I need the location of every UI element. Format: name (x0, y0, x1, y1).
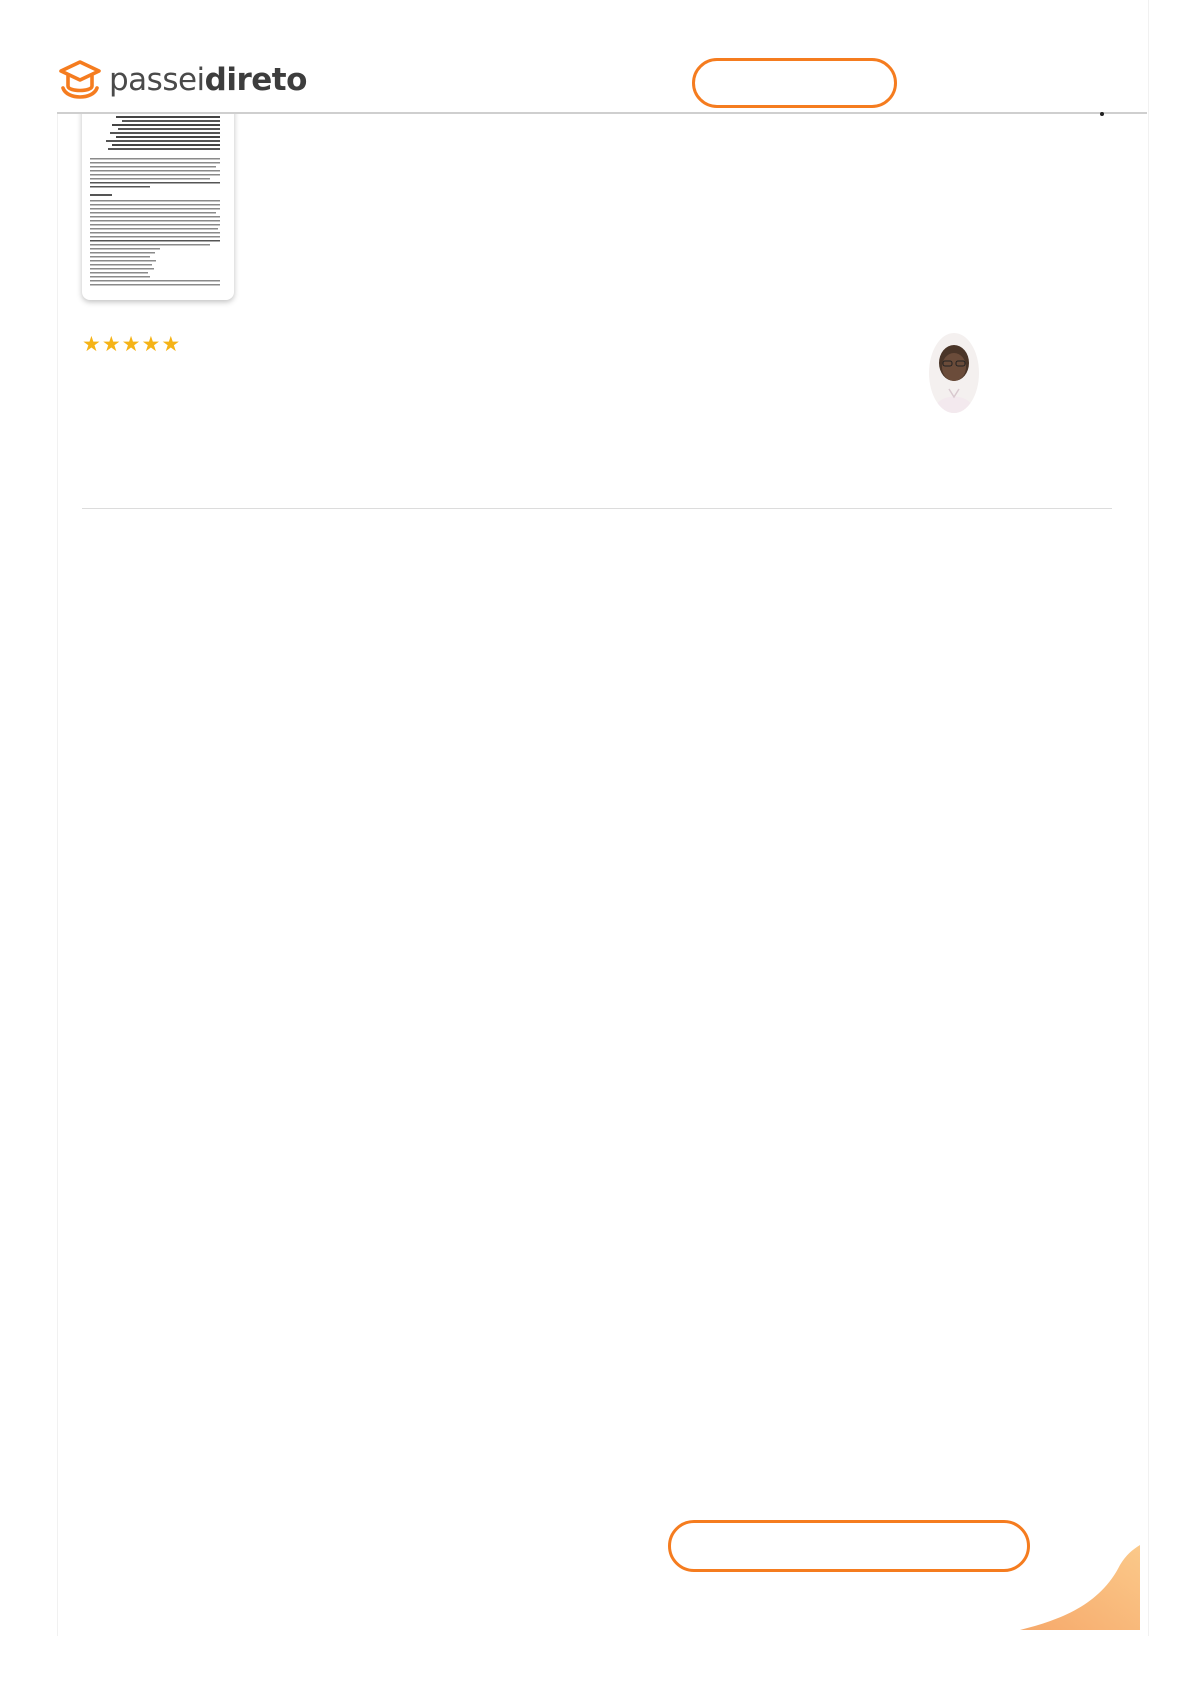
brand-name-light: passei (109, 62, 205, 98)
brand-wordmark: passeidireto (109, 62, 307, 98)
star-icon: ★ (101, 333, 121, 356)
brand-name-bold: direto (204, 62, 308, 98)
graduation-cap-icon (59, 60, 101, 99)
section-divider (82, 508, 1112, 509)
author-avatar[interactable] (929, 333, 979, 413)
star-icon: ★ (161, 333, 181, 356)
star-icon: ★ (141, 333, 161, 356)
header-cta-button[interactable] (692, 58, 897, 108)
decorative-corner-shape (1020, 1545, 1140, 1630)
user-avatar-icon (929, 333, 979, 413)
star-icon: ★ (82, 333, 101, 356)
star-rating: ★ ★ ★ ★ ★ (82, 334, 180, 355)
star-icon: ★ (121, 333, 141, 356)
footer-cta-button[interactable] (668, 1520, 1030, 1572)
header-dot (1100, 112, 1104, 116)
brand-logo[interactable]: passeidireto (57, 58, 307, 102)
